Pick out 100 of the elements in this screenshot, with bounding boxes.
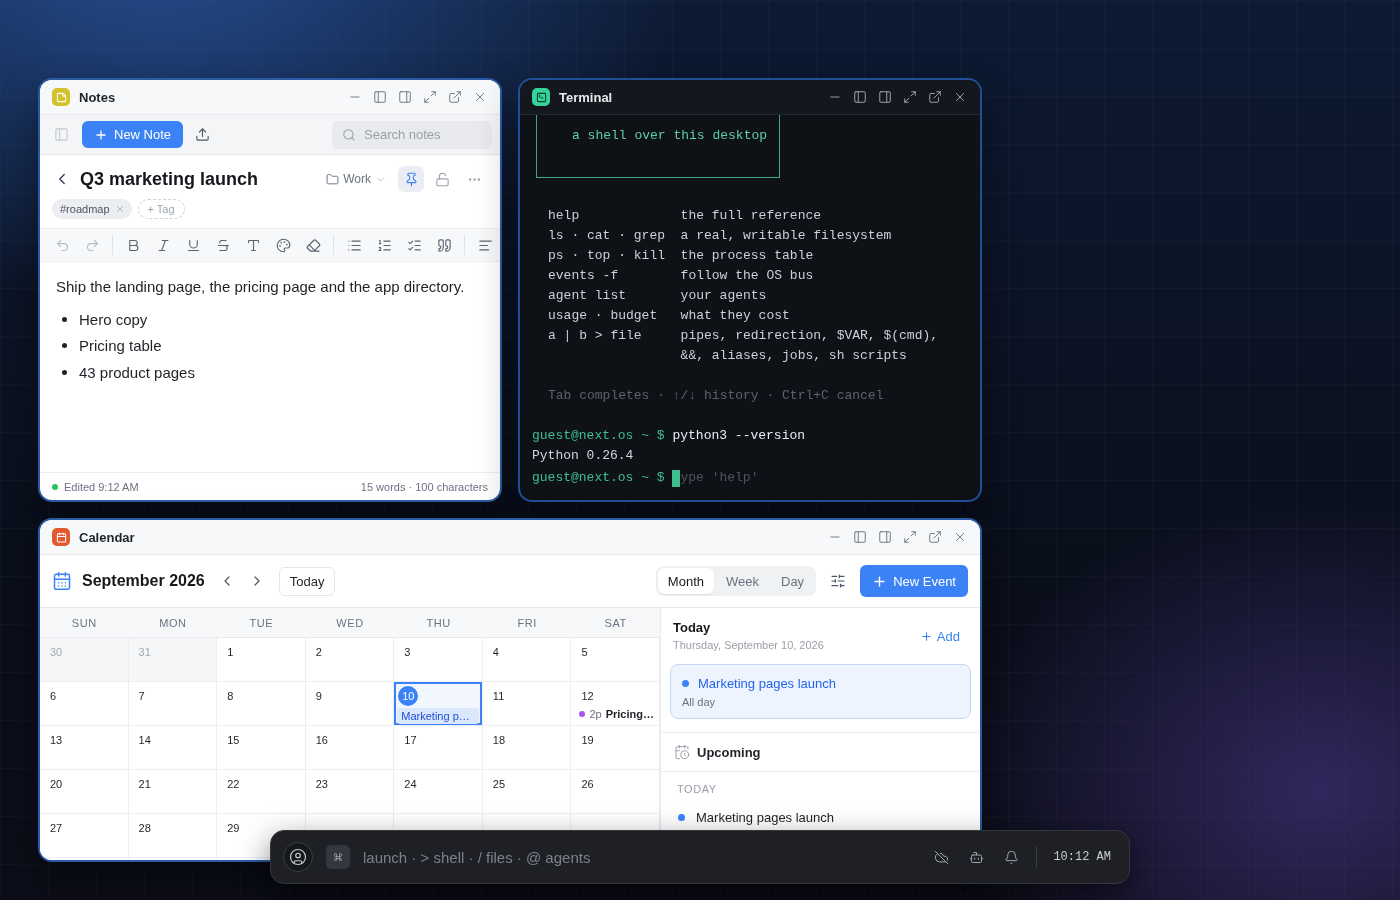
expand-icon[interactable] (423, 90, 437, 104)
day-number: 11 (492, 689, 505, 703)
close-icon[interactable] (473, 90, 487, 104)
day-number: 5 (581, 645, 588, 659)
launcher-field[interactable]: launch · > shell · / files · @ agents (363, 848, 922, 866)
word-count: 15 words · 100 characters (360, 480, 488, 493)
command-description: follow the OS bus (680, 267, 815, 285)
weekday-header: MON (128, 608, 218, 638)
tag-label: #roadmap (60, 203, 110, 215)
weekday-header: SAT (571, 608, 660, 638)
day-number: 7 (138, 689, 145, 703)
italic-icon[interactable] (155, 237, 171, 253)
panel-left-icon[interactable] (853, 530, 867, 544)
panel-right-icon[interactable] (398, 90, 412, 104)
command-output: Python 0.26.4 (532, 447, 635, 465)
add-event-link[interactable]: Add (919, 628, 960, 644)
command-key-button[interactable]: ⌘ (326, 845, 350, 869)
command-description: your agents (680, 287, 768, 305)
day-number: 18 (492, 733, 506, 747)
expand-icon[interactable] (903, 530, 917, 544)
external-link-icon[interactable] (928, 530, 942, 544)
expand-icon[interactable] (903, 90, 917, 104)
search-icon (342, 127, 356, 142)
list-item: 43 product pages (79, 363, 195, 381)
weekday-header: THU (394, 608, 483, 638)
palette-icon[interactable] (275, 237, 291, 253)
month-title: September 2026 (82, 572, 205, 590)
event-chip[interactable]: Marketing p… (397, 708, 479, 724)
command-name: agent list (548, 287, 627, 305)
close-icon[interactable] (953, 530, 967, 544)
bullet-icon (62, 343, 67, 349)
external-link-icon[interactable] (928, 90, 942, 104)
bullet-list-icon[interactable] (346, 237, 362, 253)
sliders-icon[interactable] (830, 573, 847, 589)
event-card[interactable]: Marketing pages launch All day (670, 664, 971, 719)
robot-icon[interactable] (969, 849, 985, 865)
entered-command: python3 --version (672, 427, 806, 445)
close-icon[interactable] (953, 90, 967, 104)
event-title: Marketing pages launch (698, 675, 837, 691)
note-paragraph: Ship the landing page, the pricing page and the app directory. (56, 277, 466, 297)
plus-icon (919, 629, 933, 643)
upload-icon[interactable] (195, 127, 211, 142)
command-description: a real, writable filesystem (680, 227, 893, 245)
panel-left-icon[interactable] (853, 90, 867, 104)
today-button[interactable]: Today (278, 566, 336, 596)
numbered-list-icon[interactable] (376, 237, 392, 253)
day-number: 17 (404, 733, 417, 747)
weekday-header: WED (305, 608, 395, 638)
day-number: 3 (404, 645, 411, 659)
day-number: 29 (227, 821, 240, 835)
strikethrough-icon[interactable] (215, 237, 231, 253)
calendar-clock-icon (674, 744, 690, 760)
day-number: 15 (227, 733, 240, 747)
day-number: 28 (138, 821, 151, 835)
search-input[interactable]: Search notes (364, 127, 474, 142)
window-title: Calendar (79, 529, 135, 545)
eraser-icon[interactable] (305, 237, 321, 253)
new-note-button[interactable]: New Note (82, 121, 184, 148)
clock: 10:12 AM (1053, 850, 1111, 864)
bullet-icon (62, 369, 67, 375)
account-button[interactable] (283, 842, 313, 872)
cloud-off-icon[interactable] (934, 849, 950, 865)
bell-icon[interactable] (1004, 849, 1020, 865)
underline-icon[interactable] (185, 237, 201, 253)
command-name: usage · budget (548, 307, 659, 325)
terminal-input[interactable]: ype 'help' (680, 468, 853, 488)
agenda-heading: Today (673, 620, 712, 636)
day-number: 31 (138, 645, 151, 659)
prompt-label: guest@next.os ~ $ (532, 469, 665, 487)
day-number: 9 (315, 689, 322, 703)
event-title[interactable]: Marketing pages launch (696, 810, 835, 825)
weekday-header: FRI (482, 608, 572, 638)
new-event-button[interactable]: New Event (860, 565, 968, 597)
sidebar-toggle-icon[interactable] (54, 127, 69, 142)
view-tab[interactable]: Month (657, 568, 714, 594)
external-link-icon[interactable] (448, 90, 462, 104)
folder-icon (326, 172, 340, 186)
bullet-icon (62, 316, 67, 322)
plus-icon (94, 127, 108, 142)
command-name: a | b > file (548, 327, 643, 345)
panel-left-icon[interactable] (373, 90, 387, 104)
pin-button[interactable] (398, 166, 424, 192)
view-tab[interactable]: Day (771, 568, 815, 594)
view-tab[interactable]: Week (716, 568, 769, 594)
day-number: 20 (50, 777, 63, 791)
group-label: TODAY (677, 782, 718, 796)
folder-dropdown[interactable]: Work (326, 172, 386, 186)
command-description: the full reference (680, 207, 823, 225)
event-time: 2p (589, 708, 602, 720)
search-field[interactable]: Search notes (332, 120, 492, 149)
event-title[interactable]: Pricing… (605, 708, 654, 720)
checklist-icon[interactable] (406, 237, 422, 253)
align-left-icon[interactable] (477, 237, 493, 253)
day-number: 24 (404, 777, 417, 791)
day-number: 2 (315, 645, 322, 659)
day-cell[interactable]: 10 Marketing p… (394, 682, 483, 726)
quote-icon[interactable] (436, 237, 452, 253)
text-style-icon[interactable] (245, 237, 261, 253)
panel-right-icon[interactable] (878, 90, 892, 104)
panel-right-icon[interactable] (878, 530, 892, 544)
